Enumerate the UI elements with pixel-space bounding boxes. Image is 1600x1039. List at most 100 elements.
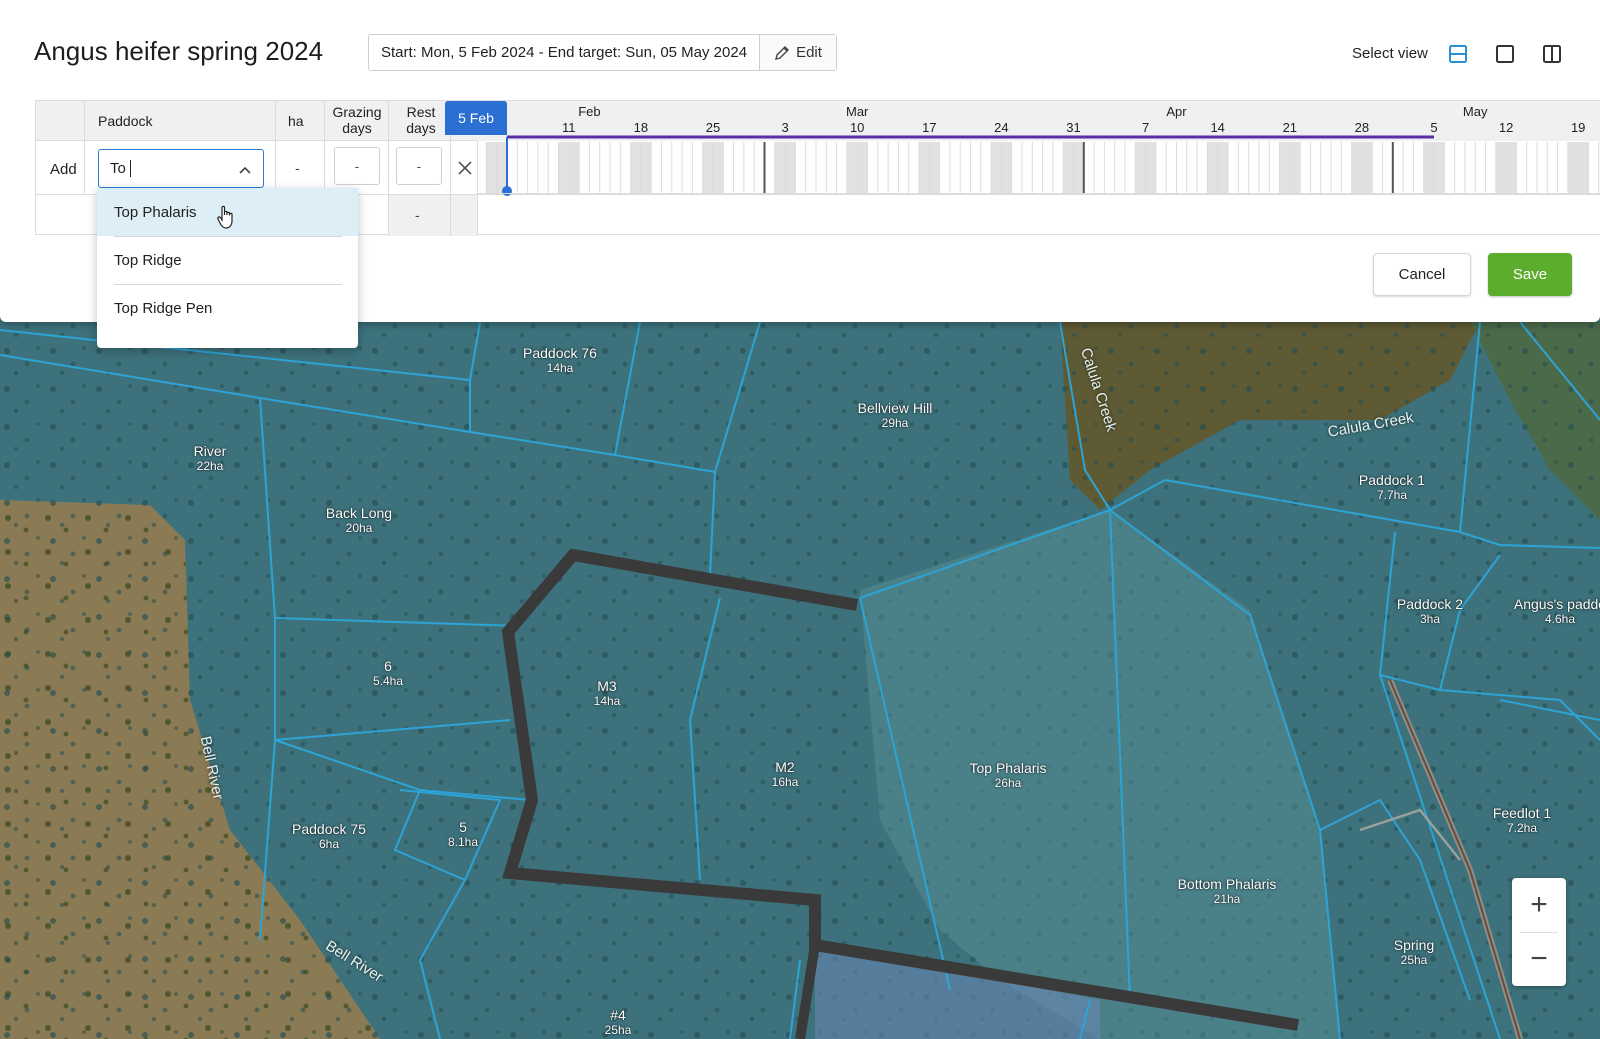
paddock-label[interactable]: #4 25ha	[605, 1007, 632, 1037]
weekend-cell	[1001, 142, 1012, 193]
paddock-label[interactable]: Angus's paddo 4.6ha	[1514, 596, 1600, 626]
paddock-label[interactable]: Bottom Phalaris 21ha	[1178, 876, 1277, 906]
weekend-cell	[774, 142, 786, 193]
add-row-label: Add	[50, 161, 77, 178]
dropdown-option[interactable]: Top Ridge Pen	[97, 284, 358, 332]
paddock-label[interactable]: River 22ha	[194, 443, 227, 473]
pencil-icon	[775, 45, 790, 60]
paddock-label[interactable]: Feedlot 1 7.2ha	[1493, 805, 1551, 835]
date-range: Start: Mon, 5 Feb 2024 - End target: Sun…	[381, 44, 748, 61]
month-label: Mar	[846, 104, 869, 119]
week-tick-label: 3	[781, 120, 788, 135]
week-tick-label: 5	[1430, 120, 1437, 135]
weekend-cell	[1063, 142, 1074, 193]
week-tick-label: 31	[1066, 120, 1080, 135]
ha-column-header: ha	[288, 113, 304, 129]
split-vertical-icon[interactable]	[1541, 43, 1563, 65]
single-panel-icon[interactable]	[1494, 43, 1516, 65]
pointer-hand-icon	[217, 205, 233, 229]
weekend-cell	[558, 142, 569, 193]
paddock-search-input[interactable]: To	[98, 149, 264, 188]
week-tick-label: 25	[706, 120, 720, 135]
weekend-cell	[713, 142, 724, 193]
paddock-label[interactable]: Back Long 20ha	[326, 505, 392, 535]
weekend-cell	[1135, 142, 1146, 193]
edit-label: Edit	[796, 44, 822, 61]
week-tick-label: 28	[1355, 120, 1369, 135]
save-button[interactable]: Save	[1488, 253, 1572, 296]
timeline[interactable]: 11 18 25 3 10 17 24 31 7 14 21 28 5 12 19 Feb Mar Apr May	[477, 101, 1600, 234]
split-horizontal-icon[interactable]	[1447, 43, 1469, 65]
weekend-cell	[702, 142, 713, 193]
paddock-label[interactable]: 5 8.1ha	[448, 819, 478, 849]
weekend-cell	[1279, 142, 1290, 193]
weekend-cell	[1361, 142, 1373, 193]
timeline-chart[interactable]: 11 18 25 3 10 17 24 31 7 14 21 28 5 12 19 Feb Mar Apr May	[477, 101, 1600, 234]
weekend-cell	[1289, 142, 1301, 193]
weekend-cell	[640, 142, 652, 193]
chevron-up-icon[interactable]	[237, 162, 253, 178]
dropdown-option[interactable]: Top Ridge	[97, 236, 358, 284]
zoom-divider	[1520, 932, 1558, 933]
weekend-cell	[1145, 142, 1156, 193]
week-tick-label: 17	[922, 120, 936, 135]
paddock-label[interactable]: Paddock 2 3ha	[1397, 596, 1463, 626]
paddock-search-value: To	[110, 160, 126, 177]
weekend-cell	[991, 142, 1002, 193]
weekend-cell	[857, 142, 868, 193]
rest-days-input[interactable]: -	[396, 147, 442, 185]
column-divider	[84, 141, 85, 194]
week-tick-label: 18	[634, 120, 648, 135]
weekend-cell	[919, 142, 930, 193]
grazing-days-input[interactable]: -	[334, 147, 380, 185]
paddock-label[interactable]: M2 16ha	[772, 759, 799, 789]
today-marker: 5 Feb	[445, 101, 507, 135]
paddock-label[interactable]: Top Phalaris 26ha	[969, 760, 1046, 790]
week-tick-label: 12	[1499, 120, 1513, 135]
week-tick-label: 11	[562, 120, 576, 135]
paddock-label[interactable]: Paddock 75 6ha	[292, 821, 366, 851]
paddock-label[interactable]: M3 14ha	[594, 678, 621, 708]
grazing-plan-panel: Angus heifer spring 2024 Start: Mon, 5 F…	[0, 0, 1600, 348]
weekend-cell	[1434, 142, 1445, 193]
grazing-days-column-header: Grazing days	[332, 104, 382, 136]
weekend-cell	[1351, 142, 1362, 193]
zoom-out-button[interactable]: −	[1512, 932, 1566, 986]
paddock-label[interactable]: Spring 25ha	[1394, 937, 1434, 967]
week-tick-label: 21	[1283, 120, 1297, 135]
page-title: Angus heifer spring 2024	[34, 36, 324, 66]
week-tick-label: 24	[994, 120, 1008, 135]
weekend-cell	[846, 142, 858, 193]
weekend-cell	[1567, 142, 1579, 193]
paddock-column-header: Paddock	[98, 113, 153, 129]
weekend-cell	[630, 142, 641, 193]
cancel-button[interactable]: Cancel	[1373, 253, 1471, 296]
week-tick-label: 19	[1571, 120, 1585, 135]
paddock-label[interactable]: Paddock 1 7.7ha	[1359, 472, 1425, 502]
month-label: Apr	[1166, 104, 1187, 119]
paddock-label[interactable]: Paddock 76 14ha	[523, 345, 597, 375]
weekend-cell	[486, 142, 497, 193]
text-cursor	[130, 160, 131, 177]
weekend-cell	[1207, 142, 1218, 193]
close-icon[interactable]	[455, 158, 475, 178]
weekend-cell	[929, 142, 940, 193]
spacer-cell	[451, 195, 477, 236]
week-tick-label: 14	[1210, 120, 1224, 135]
zoom-in-button[interactable]: +	[1512, 878, 1566, 932]
edit-dates-button[interactable]: Edit	[759, 35, 836, 70]
week-tick-label: 10	[850, 120, 864, 135]
weekend-cell	[1423, 142, 1434, 193]
today-dot	[502, 186, 512, 196]
weekend-cell	[1495, 142, 1507, 193]
weekend-cell	[496, 142, 507, 193]
paddock-dropdown: Top Phalaris Top Ridge Top Ridge Pen	[97, 188, 358, 348]
month-label: May	[1463, 104, 1488, 119]
select-view-label: Select view	[1352, 45, 1428, 62]
paddock-label[interactable]: 6 5.4ha	[373, 658, 403, 688]
ha-value: -	[295, 160, 300, 176]
column-divider	[84, 101, 85, 141]
weekend-cell	[1073, 142, 1084, 193]
rest-days-column-header: Rest days	[406, 104, 436, 136]
paddock-label[interactable]: Bellview Hill 29ha	[858, 400, 933, 430]
